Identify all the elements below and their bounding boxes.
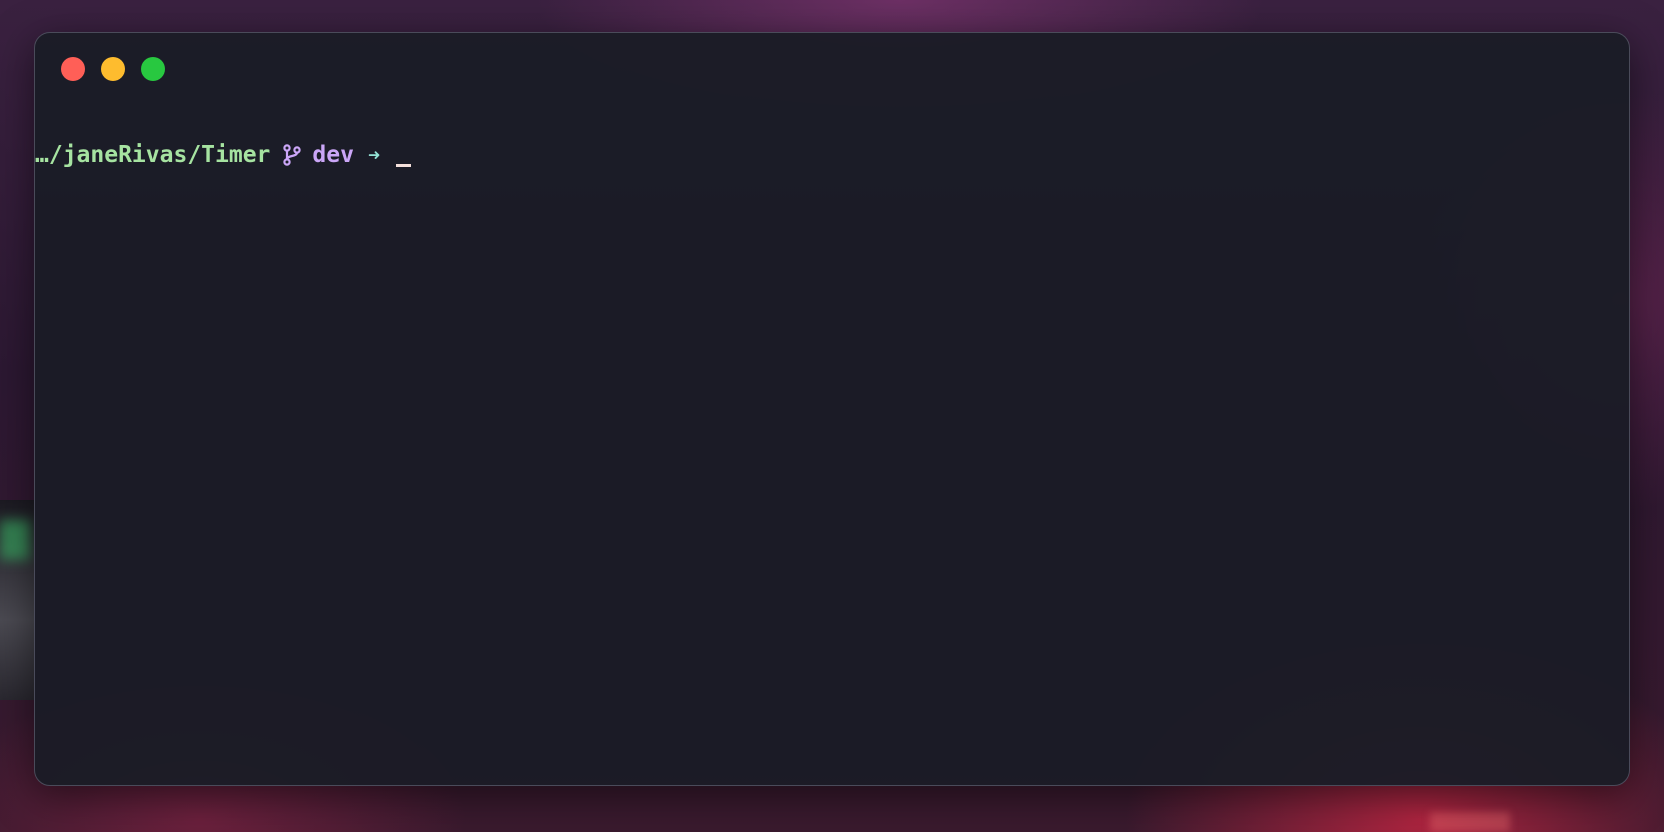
git-branch-icon	[282, 143, 302, 167]
prompt-arrow-icon: ➜	[367, 143, 380, 167]
shell-prompt[interactable]: …/janeRivas/Timer dev ➜	[35, 137, 411, 173]
maximize-button[interactable]	[141, 57, 165, 81]
minimize-button[interactable]	[101, 57, 125, 81]
text-cursor[interactable]	[396, 164, 411, 167]
window-controls	[61, 57, 165, 81]
close-button[interactable]	[61, 57, 85, 81]
wallpaper-sign-glow	[0, 520, 30, 560]
git-branch-name: dev	[312, 142, 354, 168]
prompt-path: …/janeRivas/Timer	[35, 142, 271, 168]
terminal-window[interactable]: …/janeRivas/Timer dev ➜	[34, 32, 1630, 786]
wallpaper-clock-glow	[1430, 812, 1510, 832]
